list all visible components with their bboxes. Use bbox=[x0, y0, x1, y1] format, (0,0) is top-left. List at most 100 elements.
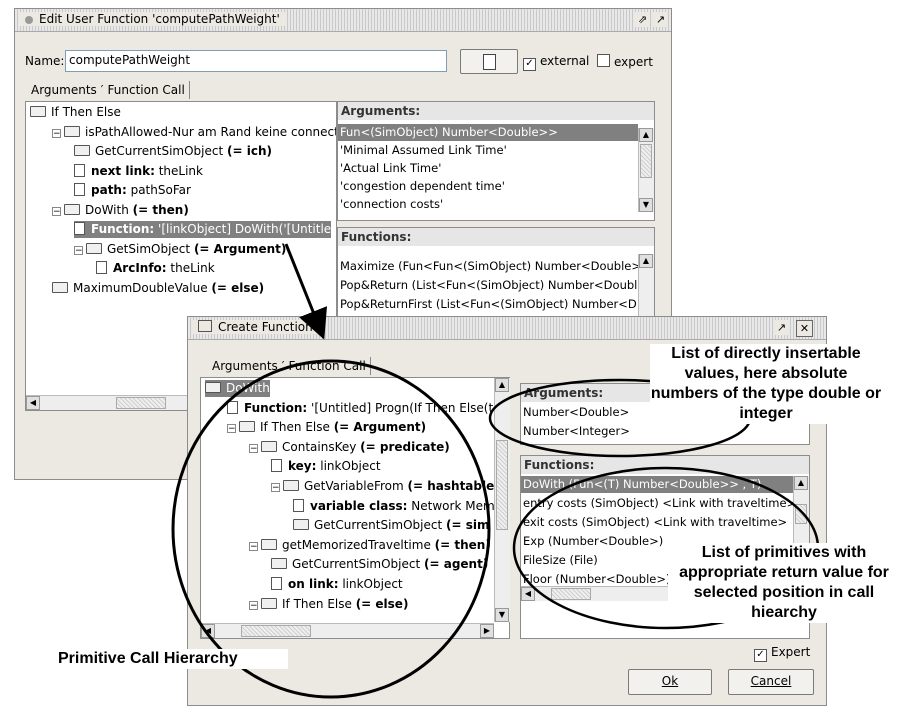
tree-node[interactable]: GetCurrentSimObject (= agent) bbox=[271, 556, 488, 573]
list-item[interactable]: 'Minimal Assumed Link Time' bbox=[340, 142, 507, 159]
tab-arguments[interactable]: Arguments bbox=[208, 357, 282, 375]
external-check-icon: ✓ bbox=[523, 58, 536, 71]
tree-node[interactable]: Function: '[Untitled] Progn(If Then Else… bbox=[227, 400, 493, 417]
maximize-icon[interactable]: ↗ bbox=[653, 12, 668, 27]
maximize-icon[interactable]: ↗ bbox=[774, 320, 789, 335]
scroll-up-icon[interactable]: ▲ bbox=[794, 476, 808, 490]
collapse-icon[interactable]: − bbox=[52, 206, 61, 216]
tree-node[interactable]: − DoWith (= then) bbox=[52, 202, 189, 219]
list-item[interactable]: exit costs (SimObject) <Link with travel… bbox=[523, 514, 787, 531]
tree-node[interactable]: Function: '[linkObject] DoWith('[Untitle bbox=[74, 221, 332, 238]
scroll-thumb[interactable] bbox=[795, 504, 807, 524]
list-item[interactable]: entry costs (SimObject) <Link with trave… bbox=[523, 495, 796, 512]
name-input[interactable]: computePathWeight bbox=[65, 50, 447, 72]
tree-node[interactable]: If Then Else bbox=[30, 104, 121, 121]
dialog-tab-bar: Arguments ′ Function Call bbox=[208, 357, 371, 375]
list-item[interactable]: Number<Double> bbox=[523, 404, 629, 421]
list-item[interactable]: 'congestion dependent time' bbox=[340, 178, 505, 195]
tree-node-label: getMemorizedTraveltime (= then) bbox=[282, 537, 491, 552]
list-item[interactable]: DoWith (Fun<(T) Number<Double>> , T) bbox=[521, 476, 793, 493]
hierarchy-annotation: Primitive Call Hierarchy bbox=[58, 649, 288, 669]
tree-node[interactable]: key: linkObject bbox=[271, 458, 381, 475]
folder-icon bbox=[74, 145, 90, 156]
tree-node-label: on link: linkObject bbox=[288, 577, 403, 591]
scroll-up-icon[interactable]: ▲ bbox=[639, 254, 653, 268]
scroll-left-icon[interactable]: ◀ bbox=[201, 624, 215, 638]
collapse-icon[interactable]: − bbox=[74, 245, 83, 255]
scroll-thumb[interactable] bbox=[640, 144, 652, 178]
scroll-left-icon[interactable]: ◀ bbox=[521, 587, 535, 601]
dialog-functions-header: Functions: bbox=[521, 456, 809, 474]
scroll-left-icon[interactable]: ◀ bbox=[26, 396, 40, 410]
external-checkbox[interactable]: ✓ external bbox=[523, 54, 589, 71]
tree-horizontal-scrollbar[interactable]: ◀ ▶ bbox=[201, 623, 494, 638]
list-item[interactable]: 'Actual Link Time' bbox=[340, 160, 441, 177]
tree-node[interactable]: − If Then Else (= else) bbox=[249, 596, 408, 613]
scroll-up-icon[interactable]: ▲ bbox=[639, 128, 653, 142]
tree-node[interactable]: on link: linkObject bbox=[271, 576, 403, 593]
list-item[interactable]: 'connection costs' bbox=[340, 196, 443, 213]
list-item[interactable]: Pop&Return (List<Fun<(SimObject) Number<… bbox=[340, 277, 637, 294]
tree-node[interactable]: − GetSimObject (= Argument) bbox=[74, 241, 286, 258]
tree-node[interactable]: next link: theLink bbox=[74, 163, 203, 180]
folder-icon bbox=[271, 558, 287, 570]
functions-horizontal-scrollbar[interactable]: ◀ bbox=[521, 586, 671, 601]
window-icon bbox=[25, 15, 33, 24]
folder-icon bbox=[30, 106, 46, 117]
tab-function-call[interactable]: Function Call bbox=[104, 81, 190, 99]
scroll-thumb[interactable] bbox=[116, 397, 166, 409]
list-item[interactable]: FileSize (File) bbox=[523, 552, 598, 569]
tree-node[interactable]: − ContainsKey (= predicate) bbox=[249, 439, 450, 456]
tree-node[interactable]: GetCurrentSimObject (= ich) bbox=[74, 143, 272, 160]
dialog-title-bar[interactable]: Create Function ↗ ✕ bbox=[188, 317, 826, 340]
tree-vertical-scrollbar[interactable]: ▲ ▼ bbox=[494, 378, 510, 622]
tree-node-label: Function: '[linkObject] DoWith('[Untitle bbox=[91, 222, 332, 236]
tree-node[interactable]: ArcInfo: theLink bbox=[96, 260, 215, 277]
collapse-icon[interactable]: − bbox=[52, 128, 61, 138]
expert-checkbox[interactable]: ✓ Expert bbox=[754, 645, 810, 662]
scroll-thumb[interactable] bbox=[551, 588, 591, 600]
collapse-icon[interactable]: − bbox=[227, 424, 236, 434]
list-item[interactable]: Fun<(SimObject) Number<Double>> bbox=[338, 124, 638, 141]
list-item[interactable]: Number<Integer> bbox=[523, 423, 630, 440]
tree-node-label: DoWith (= then) bbox=[85, 202, 189, 217]
scroll-up-icon[interactable]: ▲ bbox=[495, 378, 509, 392]
tree-node[interactable]: − If Then Else (= Argument) bbox=[227, 419, 426, 436]
list-item[interactable]: Pop&ReturnFirst (List<Fun<(SimObject) Nu… bbox=[340, 296, 637, 313]
close-icon[interactable]: ✕ bbox=[796, 320, 813, 337]
document-icon bbox=[96, 261, 107, 274]
folder-icon bbox=[293, 519, 309, 531]
collapse-icon[interactable]: − bbox=[271, 483, 280, 493]
scroll-right-icon[interactable]: ▶ bbox=[480, 624, 494, 638]
arguments-scrollbar[interactable]: ▲ ▼ bbox=[638, 128, 654, 212]
tree-node-label: path: pathSoFar bbox=[91, 183, 191, 197]
scroll-down-icon[interactable]: ▼ bbox=[495, 608, 509, 622]
tree-node[interactable]: − isPathAllowed-Nur am Rand keine connect… bbox=[52, 124, 336, 141]
collapse-icon[interactable]: − bbox=[249, 600, 258, 610]
primitive-call-hierarchy-tree[interactable]: DoWith Function: '[Untitled] Progn(If The… bbox=[200, 377, 510, 639]
tree-node-label: variable class: Network Mem bbox=[310, 498, 495, 513]
tree-node[interactable]: MaximumDoubleValue (= else) bbox=[52, 280, 264, 297]
new-document-button[interactable] bbox=[460, 49, 518, 74]
list-item[interactable]: Exp (Number<Double>) bbox=[523, 533, 663, 550]
scroll-thumb[interactable] bbox=[241, 625, 311, 637]
restore-icon[interactable]: ⇗ bbox=[635, 12, 650, 27]
collapse-icon[interactable]: − bbox=[249, 443, 258, 453]
cancel-button[interactable]: Cancel bbox=[728, 669, 814, 695]
title-bar[interactable]: Edit User Function 'computePathWeight' ⇗… bbox=[15, 9, 671, 32]
tab-arguments[interactable]: Arguments bbox=[27, 81, 101, 99]
tree-node[interactable]: − getMemorizedTraveltime (= then) bbox=[249, 537, 491, 554]
scroll-down-icon[interactable]: ▼ bbox=[639, 198, 653, 212]
tree-node[interactable]: − GetVariableFrom (= hashtable) bbox=[271, 478, 500, 495]
tree-node-label: ArcInfo: theLink bbox=[113, 261, 215, 275]
list-item[interactable]: Maximize (Fun<Fun<(SimObject) Number<Dou… bbox=[340, 258, 651, 275]
scroll-thumb[interactable] bbox=[496, 440, 508, 530]
collapse-icon[interactable]: − bbox=[249, 541, 258, 551]
tree-node[interactable]: GetCurrentSimObject (= sim bbox=[293, 517, 489, 534]
expert-checkbox[interactable]: expert bbox=[597, 54, 653, 69]
tab-function-call[interactable]: Function Call bbox=[285, 357, 371, 375]
tree-node[interactable]: path: pathSoFar bbox=[74, 182, 191, 199]
tree-node[interactable]: variable class: Network Mem bbox=[293, 498, 495, 515]
tree-node[interactable]: DoWith bbox=[205, 380, 270, 397]
ok-button[interactable]: Ok bbox=[628, 669, 712, 695]
